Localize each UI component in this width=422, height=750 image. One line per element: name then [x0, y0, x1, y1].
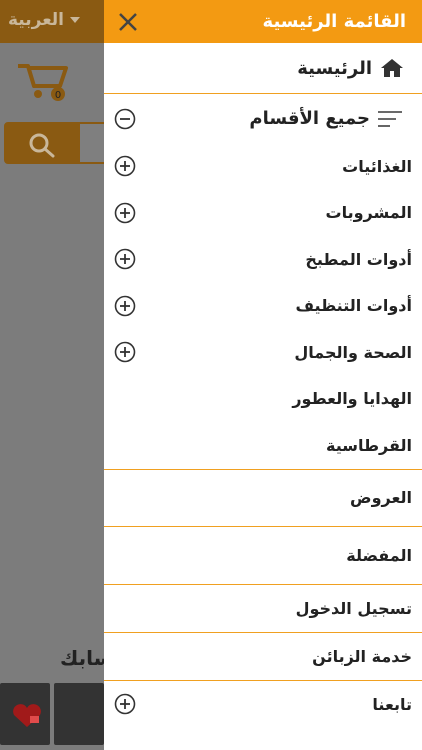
menu-item-login[interactable]: تسجيل الدخول — [104, 583, 422, 632]
drawer-header: القائمة الرئيسية — [104, 0, 422, 43]
drawer-title: القائمة الرئيسية — [262, 11, 406, 32]
menu-item-label: العروض — [350, 488, 412, 508]
category-item-gifts-perfumes[interactable]: الهدايا والعطور — [104, 376, 422, 423]
expand-plus-icon[interactable] — [114, 248, 136, 270]
menu-item-label: تسجيل الدخول — [295, 598, 412, 618]
language-label: العربية — [8, 10, 65, 30]
favorite-heart-icon[interactable] — [10, 703, 44, 729]
category-label: أدوات المطبخ — [305, 249, 412, 269]
menu-item-label: المفضلة — [346, 545, 412, 565]
menu-item-follow-us[interactable]: تابعنا — [104, 679, 422, 728]
cart-count: 0 — [55, 90, 61, 101]
category-label: الغذائيات — [342, 156, 412, 176]
category-item-stationery[interactable]: القرطاسية — [104, 422, 422, 469]
menu-item-home[interactable]: الرئيسية — [104, 43, 422, 93]
cart-icon[interactable]: 0 — [16, 58, 72, 102]
home-icon — [381, 59, 403, 77]
menu-item-label: جميع الأقسام — [249, 108, 370, 129]
menu-item-all-categories[interactable]: جميع الأقسام — [104, 93, 422, 143]
menu-lines-icon — [378, 110, 402, 127]
menu-item-offers[interactable]: العروض — [104, 468, 422, 527]
close-icon[interactable] — [116, 10, 140, 34]
category-item-kitchen-tools[interactable]: أدوات المطبخ — [104, 236, 422, 283]
expand-plus-icon[interactable] — [114, 155, 136, 177]
menu-item-customer-service[interactable]: خدمة الزبائن — [104, 631, 422, 680]
expand-plus-icon[interactable] — [114, 295, 136, 317]
language-selector[interactable]: العربية — [8, 10, 81, 30]
product-tile[interactable] — [54, 683, 104, 745]
category-label: الصحة والجمال — [294, 342, 412, 362]
expand-plus-icon[interactable] — [114, 202, 136, 224]
menu-item-label: الرئيسية — [297, 57, 372, 79]
chevron-down-icon — [70, 17, 81, 23]
category-label: القرطاسية — [325, 435, 412, 455]
collapse-minus-icon[interactable] — [114, 108, 136, 130]
category-item-cleaning-tools[interactable]: أدوات التنظيف — [104, 283, 422, 330]
category-item-health-beauty[interactable]: الصحة والجمال — [104, 329, 422, 376]
search-icon — [29, 133, 55, 158]
category-item-food[interactable]: الغذائيات — [104, 143, 422, 190]
category-label: الهدايا والعطور — [292, 389, 412, 409]
category-label: المشروبات — [325, 203, 413, 223]
search-button[interactable] — [4, 122, 120, 164]
menu-item-label: تابعنا — [372, 694, 412, 714]
navigation-drawer: القائمة الرئيسية الرئيسية جميع الأقسام ا… — [104, 0, 422, 750]
menu-item-label: خدمة الزبائن — [312, 646, 412, 666]
category-label: أدوات التنظيف — [295, 296, 413, 316]
expand-plus-icon[interactable] — [114, 693, 136, 715]
menu-item-favorites[interactable]: المفضلة — [104, 526, 422, 584]
expand-plus-icon[interactable] — [114, 341, 136, 363]
category-item-drinks[interactable]: المشروبات — [104, 190, 422, 237]
